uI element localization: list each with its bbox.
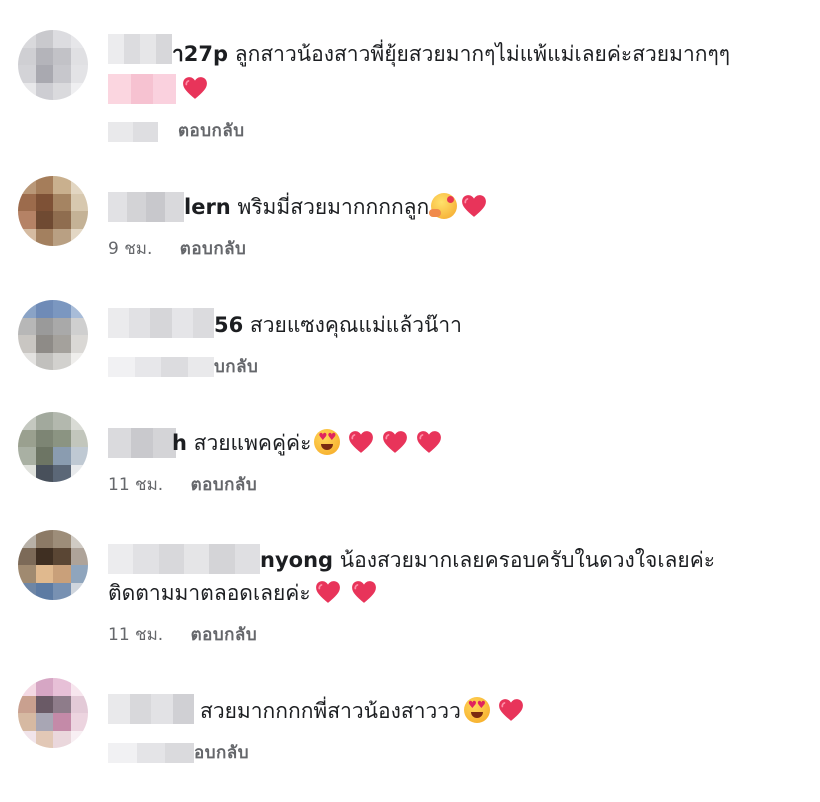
comment-body: ลูกสาวน้องสาวพี่ยุ้ยสวยมากๆไม่แพ้แม่เลยค… [234,42,731,66]
timestamp[interactable]: 11 ชม. [108,475,163,495]
reply-button[interactable]: บกลับ [214,357,258,377]
comment-meta: 11 ชม. ตอบกลับ [108,474,257,496]
comment-meta: ตอบกลับ [178,120,245,142]
comment-text: h สวยแพคคู่ค่ะ [172,428,442,458]
comment-body: สวยแซงคุณแม่แล้วน๊าา [249,313,462,337]
author-name[interactable]: h [172,431,187,455]
author-name-redacted[interactable] [108,308,215,338]
comment-meta: บกลับ [214,356,258,378]
author-name-redacted-line2 [108,74,177,104]
red-heart-icon [416,430,442,454]
comment-text: nyong น้องสวยมากเลยครอบครับในดวงใจเลยค่ะ [260,545,715,575]
avatar[interactable] [18,300,88,370]
author-name-redacted[interactable] [108,192,184,222]
avatar[interactable] [18,530,88,600]
author-name-redacted[interactable] [108,34,172,64]
reply-button[interactable]: ตอบกลับ [180,239,247,259]
timestamp-redacted [108,357,214,377]
red-heart-icon [182,76,208,100]
author-name[interactable]: า27p [172,42,228,66]
timestamp[interactable]: 9 ชม. [108,239,152,259]
smiling-face-with-hearts-icon [429,193,458,219]
comment-body: สวยมากกกกพี่สาวน้องสาววว [200,699,461,723]
heart-eyes-icon [463,697,490,723]
comment-text: lern พริมมี่สวยมากกกกลูก [184,192,487,222]
red-heart-icon [351,580,377,604]
reply-button[interactable]: อบกลับ [194,743,249,763]
timestamp[interactable]: 11 ชม. [108,625,163,645]
reply-button[interactable]: ตอบกลับ [178,121,245,141]
red-heart-icon [461,194,487,218]
timestamp-redacted [108,743,195,763]
author-name-redacted[interactable] [108,428,177,458]
comment-emojis [178,74,208,104]
avatar[interactable] [18,678,88,748]
author-name[interactable]: lern [184,195,231,219]
comment-meta: 9 ชม. ตอบกลับ [108,238,246,260]
red-heart-icon [382,430,408,454]
comment-body-line2: ติดตามมาตลอดเลยค่ะ [108,581,311,605]
comment-body: สวยแพคคู่ค่ะ [193,431,312,455]
author-name-redacted[interactable] [108,694,194,724]
red-heart-icon [348,430,374,454]
comment-text-line2: ติดตามมาตลอดเลยค่ะ [108,578,377,608]
author-name[interactable]: nyong [260,548,333,572]
comment-text: สวยมากกกกพี่สาวน้องสาววว [200,696,524,726]
timestamp-redacted [108,122,158,142]
sparkling-heart-icon [498,698,524,722]
comment-text: า27p ลูกสาวน้องสาวพี่ยุ้ยสวยมากๆไม่แพ้แม… [172,39,730,69]
red-heart-icon [315,580,341,604]
comment-body: น้องสวยมากเลยครอบครับในดวงใจเลยค่ะ [339,548,716,572]
reply-button[interactable]: ตอบกลับ [191,475,258,495]
avatar[interactable] [18,30,88,100]
author-name[interactable]: 56 [214,313,243,337]
reply-button[interactable]: ตอบกลับ [191,625,258,645]
avatar[interactable] [18,412,88,482]
avatar[interactable] [18,176,88,246]
comment-body: พริมมี่สวยมากกกกลูก [237,195,430,219]
heart-eyes-icon [314,429,341,455]
comment-text: 56 สวยแซงคุณแม่แล้วน๊าา [214,310,462,340]
author-name-redacted[interactable] [108,544,260,574]
comment-meta: 11 ชม. ตอบกลับ [108,624,257,646]
comment-meta: อบกลับ [194,742,249,764]
